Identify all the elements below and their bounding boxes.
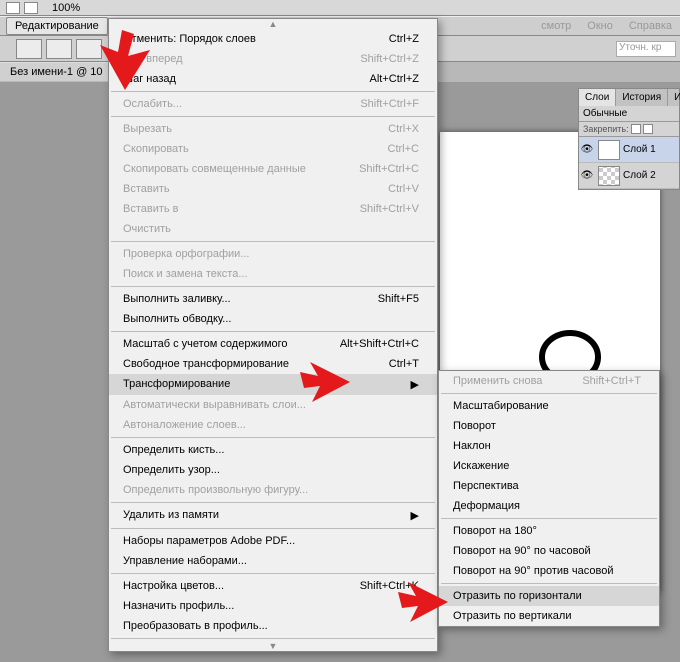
menu-step-backward[interactable]: Шаг назадAlt+Ctrl+Z: [109, 69, 437, 89]
lock-position-icon[interactable]: [643, 124, 653, 134]
menu-fade[interactable]: Ослабить...Shift+Ctrl+F: [109, 94, 437, 114]
layer-name[interactable]: Слой 1: [623, 144, 656, 155]
menu-find-replace[interactable]: Поиск и замена текста...: [109, 264, 437, 284]
menu-content-aware-scale[interactable]: Масштаб с учетом содержимогоAlt+Shift+Ct…: [109, 334, 437, 354]
separator: [441, 518, 657, 519]
separator: [441, 393, 657, 394]
submenu-flip-horizontal[interactable]: Отразить по горизонтали: [439, 586, 659, 606]
submenu-arrow-icon: ▶: [411, 378, 419, 391]
menu-fill[interactable]: Выполнить заливку...Shift+F5: [109, 289, 437, 309]
layer-row[interactable]: 👁 Слой 1: [579, 137, 679, 163]
lock-pixels-icon[interactable]: [631, 124, 641, 134]
layer-row[interactable]: 👁 Слой 2: [579, 163, 679, 189]
submenu-apply-again[interactable]: Применить сноваShift+Ctrl+T: [439, 371, 659, 391]
top-icon-bar: 100%: [0, 0, 680, 16]
layer-thumbnail[interactable]: [598, 140, 620, 160]
submenu-distort[interactable]: Искажение: [439, 456, 659, 476]
toolbar-button[interactable]: [16, 39, 42, 59]
tab-info[interactable]: И: [668, 89, 680, 106]
separator: [441, 583, 657, 584]
menu-cut[interactable]: ВырезатьCtrl+X: [109, 119, 437, 139]
menu-preset-manager[interactable]: Управление наборами...: [109, 551, 437, 571]
menu-edit[interactable]: Редактирование: [6, 17, 108, 35]
submenu-skew[interactable]: Наклон: [439, 436, 659, 456]
menu-undo[interactable]: Отменить: Порядок слоевCtrl+Z: [109, 29, 437, 49]
submenu-flip-vertical[interactable]: Отразить по вертикали: [439, 606, 659, 626]
menu-paste[interactable]: ВставитьCtrl+V: [109, 179, 437, 199]
visibility-icon[interactable]: 👁: [579, 144, 595, 155]
toolbar-icon[interactable]: [6, 2, 20, 14]
document-tab[interactable]: Без имени-1 @ 10: [0, 62, 114, 81]
layer-thumbnail[interactable]: [598, 166, 620, 186]
submenu-perspective[interactable]: Перспектива: [439, 476, 659, 496]
menu-clear[interactable]: Очистить: [109, 219, 437, 239]
separator: [111, 573, 435, 574]
menu-define-pattern[interactable]: Определить узор...: [109, 460, 437, 480]
edit-dropdown: ▲ Отменить: Порядок слоевCtrl+Z Шаг впер…: [108, 18, 438, 652]
tab-history[interactable]: История: [616, 89, 668, 106]
menu-window[interactable]: Окно: [579, 18, 621, 34]
menu-copy-merged[interactable]: Скопировать совмещенные данныеShift+Ctrl…: [109, 159, 437, 179]
blend-mode-dropdown[interactable]: Обычные: [579, 106, 679, 122]
submenu-rotate[interactable]: Поворот: [439, 416, 659, 436]
menu-paste-into[interactable]: Вставить вShift+Ctrl+V: [109, 199, 437, 219]
menu-convert-profile[interactable]: Преобразовать в профиль...: [109, 616, 437, 636]
layers-panel: Слои История И Обычные Закрепить: 👁 Слой…: [578, 88, 680, 190]
separator: [111, 286, 435, 287]
menu-transform[interactable]: Трансформирование▶: [109, 374, 437, 395]
menu-copy[interactable]: СкопироватьCtrl+C: [109, 139, 437, 159]
lock-label: Закрепить:: [583, 124, 629, 134]
toolbar-icon[interactable]: [24, 2, 38, 14]
zoom-level[interactable]: 100%: [52, 2, 80, 14]
separator: [111, 241, 435, 242]
toolbar-button[interactable]: [76, 39, 102, 59]
scroll-down-icon[interactable]: ▼: [109, 641, 437, 651]
menu-define-brush[interactable]: Определить кисть...: [109, 440, 437, 460]
menu-pdf-presets[interactable]: Наборы параметров Adobe PDF...: [109, 531, 437, 551]
submenu-warp[interactable]: Деформация: [439, 496, 659, 516]
separator: [111, 502, 435, 503]
submenu-rotate-90-ccw[interactable]: Поворот на 90° против часовой: [439, 561, 659, 581]
separator: [111, 638, 435, 639]
menu-auto-blend[interactable]: Автоналожение слоев...: [109, 415, 437, 435]
submenu-arrow-icon: ▶: [411, 509, 419, 522]
menu-view[interactable]: смотр: [533, 18, 579, 34]
menu-color-settings[interactable]: Настройка цветов...Shift+Ctrl+K: [109, 576, 437, 596]
transform-submenu: Применить сноваShift+Ctrl+T Масштабирова…: [438, 370, 660, 627]
menu-help[interactable]: Справка: [621, 18, 680, 34]
lock-row: Закрепить:: [579, 122, 679, 137]
tab-layers[interactable]: Слои: [579, 89, 616, 106]
menu-auto-align[interactable]: Автоматически выравнивать слои...: [109, 395, 437, 415]
menu-assign-profile[interactable]: Назначить профиль...: [109, 596, 437, 616]
menu-purge[interactable]: Удалить из памяти▶: [109, 505, 437, 526]
layer-name[interactable]: Слой 2: [623, 170, 656, 181]
menu-spelling[interactable]: Проверка орфографии...: [109, 244, 437, 264]
separator: [111, 91, 435, 92]
separator: [111, 437, 435, 438]
menu-step-forward[interactable]: Шаг впередShift+Ctrl+Z: [109, 49, 437, 69]
separator: [111, 528, 435, 529]
separator: [111, 116, 435, 117]
scroll-up-icon[interactable]: ▲: [109, 19, 437, 29]
visibility-icon[interactable]: 👁: [579, 170, 595, 181]
submenu-rotate-90-cw[interactable]: Поворот на 90° по часовой: [439, 541, 659, 561]
submenu-rotate-180[interactable]: Поворот на 180°: [439, 521, 659, 541]
panel-tabs: Слои История И: [579, 89, 679, 106]
menu-free-transform[interactable]: Свободное трансформированиеCtrl+T: [109, 354, 437, 374]
menu-stroke[interactable]: Выполнить обводку...: [109, 309, 437, 329]
refine-hint[interactable]: Уточн. кр: [616, 41, 676, 57]
submenu-scale[interactable]: Масштабирование: [439, 396, 659, 416]
menu-define-shape[interactable]: Определить произвольную фигуру...: [109, 480, 437, 500]
toolbar-button[interactable]: [46, 39, 72, 59]
separator: [111, 331, 435, 332]
